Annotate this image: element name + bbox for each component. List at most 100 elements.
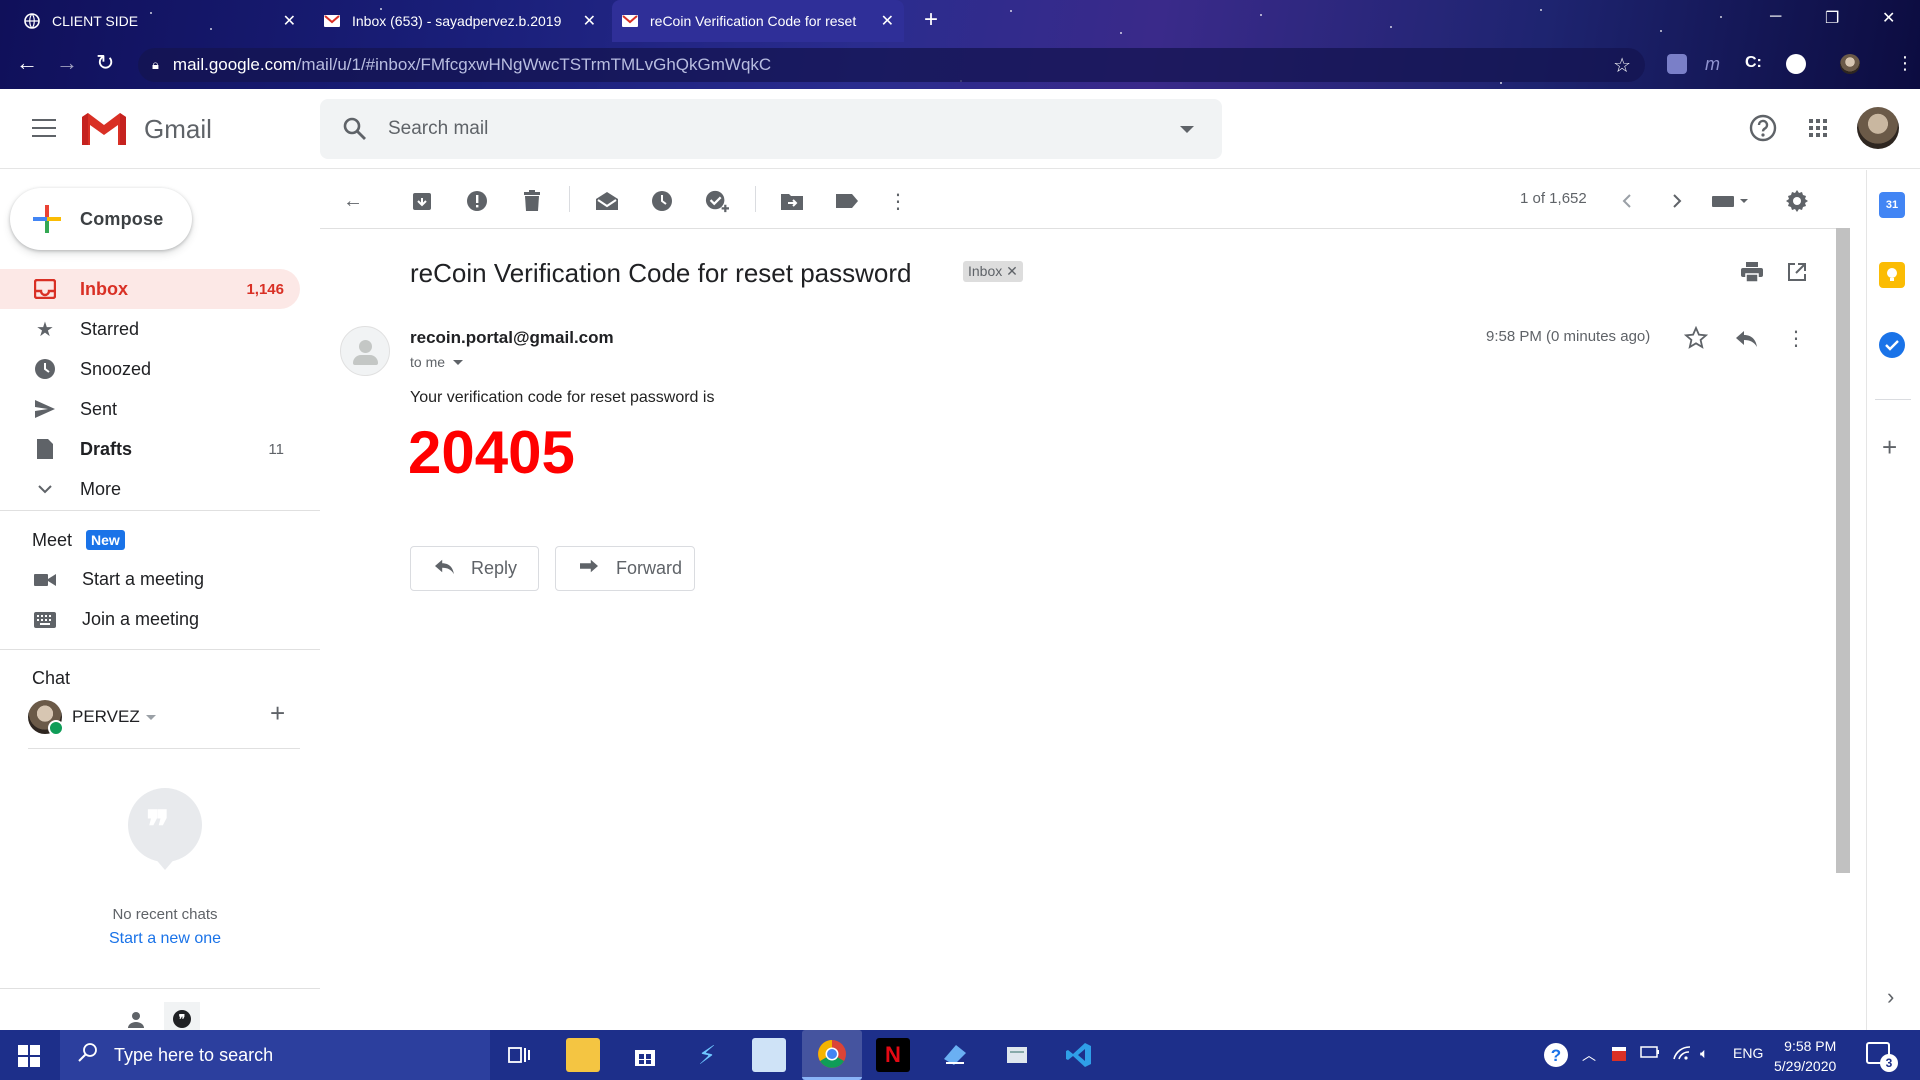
keep-icon[interactable] xyxy=(1879,262,1905,288)
account-avatar[interactable] xyxy=(1857,107,1899,149)
control-panel-icon[interactable] xyxy=(752,1038,786,1072)
app-grey-icon[interactable] xyxy=(1000,1038,1034,1072)
remove-label-icon[interactable]: ✕ xyxy=(1006,263,1018,279)
chrome-taskbar-icon[interactable] xyxy=(802,1030,862,1080)
restore-icon[interactable]: ❐ xyxy=(1825,8,1839,28)
star-icon: ★ xyxy=(36,318,54,341)
vscode-icon[interactable] xyxy=(1062,1038,1096,1072)
battery-icon[interactable] xyxy=(1640,1045,1660,1062)
sidebar-item-drafts[interactable]: Drafts 11 xyxy=(0,429,300,469)
tab-client-side[interactable]: CLIENT SIDE ✕ xyxy=(14,6,306,36)
snooze-icon[interactable] xyxy=(650,189,674,213)
taskbar-search[interactable]: Type here to search xyxy=(60,1030,490,1080)
print-icon[interactable] xyxy=(1740,260,1764,284)
tab-title: CLIENT SIDE xyxy=(52,13,139,29)
forward-button[interactable]: Forward xyxy=(555,546,695,591)
netflix-icon[interactable]: N xyxy=(876,1038,910,1072)
back-icon[interactable]: ← xyxy=(16,52,38,74)
reply-button[interactable]: Reply xyxy=(410,546,539,591)
app-blue-icon[interactable] xyxy=(938,1038,972,1072)
recipient-details[interactable]: to me xyxy=(410,354,464,370)
svg-text:❞: ❞ xyxy=(179,1012,185,1026)
sidebar-item-snoozed[interactable]: Snoozed xyxy=(0,349,300,389)
scrollbar[interactable] xyxy=(1836,228,1850,873)
sidebar-item-more[interactable]: More xyxy=(0,469,300,509)
search-bar[interactable]: Search mail xyxy=(320,99,1222,159)
close-tab-icon[interactable]: ✕ xyxy=(583,11,596,31)
windows-start-icon[interactable] xyxy=(18,1045,40,1067)
tab-recoin[interactable]: reCoin Verification Code for reset ✕ xyxy=(612,0,904,42)
wifi-icon[interactable] xyxy=(1672,1045,1692,1064)
input-language[interactable]: ENG xyxy=(1733,1045,1763,1061)
newer-message-icon[interactable] xyxy=(1615,189,1639,213)
settings-gear-icon[interactable] xyxy=(1785,189,1809,213)
reply-icon[interactable] xyxy=(1734,326,1758,350)
star-message-icon[interactable] xyxy=(1684,326,1708,350)
archive-icon[interactable] xyxy=(410,189,434,213)
show-side-panel-chevron-icon[interactable]: › xyxy=(1887,984,1894,1010)
start-new-chat-link[interactable]: Start a new one xyxy=(0,930,330,948)
help-tray-icon[interactable]: ? xyxy=(1543,1042,1569,1071)
message-more-icon[interactable]: ⋮ xyxy=(1784,326,1808,350)
visual-studio-installer-icon[interactable]: ⚡ xyxy=(690,1038,724,1072)
extension-circle-icon[interactable] xyxy=(1786,54,1806,74)
extension-m-icon[interactable]: m xyxy=(1705,54,1725,74)
reload-icon[interactable]: ↻ xyxy=(96,52,114,74)
minimize-icon[interactable]: ─ xyxy=(1770,8,1781,26)
forward-icon[interactable]: → xyxy=(56,52,78,74)
microsoft-store-icon[interactable] xyxy=(628,1038,662,1072)
system-clock[interactable]: 9:58 PM 5/29/2020 xyxy=(1774,1036,1836,1076)
search-input[interactable]: Search mail xyxy=(388,118,488,140)
sender-email[interactable]: recoin.portal@gmail.com xyxy=(410,328,614,348)
gmail-logo[interactable]: Gmail xyxy=(80,111,212,147)
move-to-icon[interactable] xyxy=(780,189,804,213)
main-menu-icon[interactable] xyxy=(32,119,56,137)
new-chat-plus-icon[interactable]: + xyxy=(270,698,285,729)
browser-menu-icon[interactable]: ⋮ xyxy=(1896,52,1914,74)
tray-app-icon[interactable] xyxy=(1610,1045,1628,1066)
close-window-icon[interactable]: ✕ xyxy=(1882,8,1895,28)
delete-icon[interactable] xyxy=(520,189,544,213)
calendar-icon[interactable]: 31 xyxy=(1879,192,1905,218)
add-to-tasks-icon[interactable] xyxy=(705,189,729,213)
volume-icon[interactable]: 🔈︎ xyxy=(1700,1045,1708,1062)
chevron-down-icon[interactable] xyxy=(453,359,464,365)
chat-user-status[interactable]: PERVEZ xyxy=(28,700,156,736)
inbox-label-chip[interactable]: Inbox ✕ xyxy=(963,261,1023,282)
report-spam-icon[interactable] xyxy=(465,189,489,213)
bookmark-star-icon[interactable]: ☆ xyxy=(1613,53,1631,78)
extension-icon[interactable] xyxy=(1667,54,1687,74)
divider xyxy=(0,510,320,511)
address-bar[interactable]: 🔒︎ mail.google.com /mail/u/1/#inbox/FMfc… xyxy=(138,48,1645,82)
action-center-icon[interactable]: 3 xyxy=(1866,1042,1898,1072)
back-to-inbox-icon[interactable]: ← xyxy=(341,189,365,213)
mark-unread-icon[interactable] xyxy=(595,189,619,213)
compose-button[interactable]: Compose xyxy=(10,188,192,250)
apps-grid-icon[interactable] xyxy=(1803,113,1833,143)
more-options-icon[interactable]: ⋮ xyxy=(886,189,910,213)
taskbar-search-input[interactable]: Type here to search xyxy=(114,1045,273,1066)
help-icon[interactable] xyxy=(1748,113,1778,143)
sidebar-item-starred[interactable]: ★ Starred xyxy=(0,309,300,349)
sidebar-item-inbox[interactable]: Inbox 1,146 xyxy=(0,269,300,309)
join-meeting-link[interactable]: Join a meeting xyxy=(34,609,199,630)
task-view-icon[interactable] xyxy=(502,1038,536,1072)
sidebar-item-sent[interactable]: Sent xyxy=(0,389,300,429)
search-icon[interactable] xyxy=(342,116,368,142)
start-meeting-link[interactable]: Start a meeting xyxy=(34,569,204,590)
label-icon[interactable] xyxy=(835,189,859,213)
close-tab-icon[interactable]: ✕ xyxy=(283,11,296,31)
tab-inbox[interactable]: Inbox (653) - sayadpervez.b.2019 ✕ xyxy=(314,6,606,36)
extension-c-icon[interactable]: C: xyxy=(1745,54,1765,74)
open-new-window-icon[interactable] xyxy=(1785,260,1809,284)
close-tab-icon[interactable]: ✕ xyxy=(881,11,894,31)
older-message-icon[interactable] xyxy=(1665,189,1689,213)
profile-avatar-icon[interactable] xyxy=(1840,54,1860,74)
input-tools-keyboard-icon[interactable] xyxy=(1712,189,1752,213)
search-options-icon[interactable] xyxy=(1180,125,1194,133)
tasks-icon[interactable] xyxy=(1879,332,1905,358)
file-explorer-icon[interactable] xyxy=(566,1038,600,1072)
new-tab-button[interactable]: + xyxy=(924,8,938,32)
get-addons-plus-icon[interactable]: + xyxy=(1882,432,1897,463)
show-hidden-icons-chevron-icon[interactable]: ︿ xyxy=(1582,1045,1596,1065)
